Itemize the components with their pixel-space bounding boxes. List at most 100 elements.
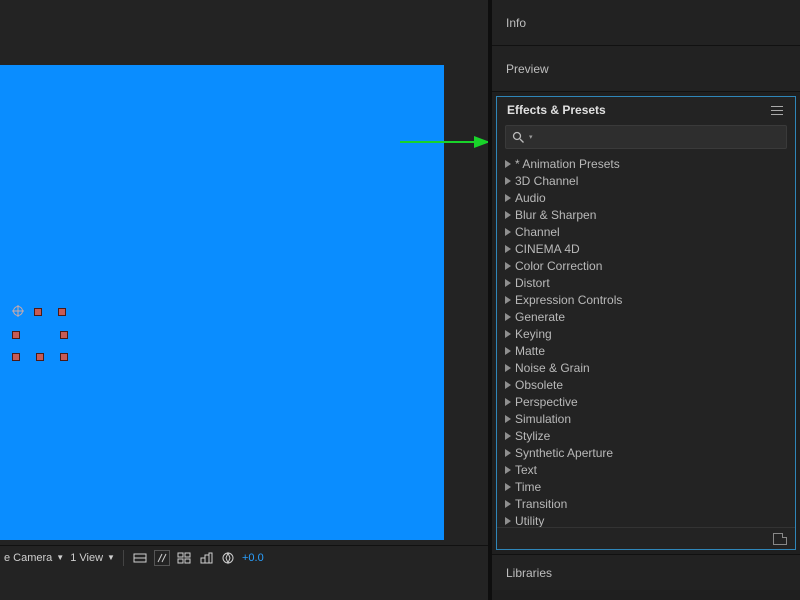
- effects-search-row[interactable]: ▾: [505, 125, 787, 149]
- disclosure-triangle-icon: [505, 160, 511, 168]
- disclosure-triangle-icon: [505, 466, 511, 474]
- disclosure-triangle-icon: [505, 330, 511, 338]
- effects-category-item[interactable]: CINEMA 4D: [497, 240, 795, 257]
- effects-category-label: Audio: [515, 191, 546, 205]
- toggle-transparency-grid-icon[interactable]: [154, 550, 170, 566]
- effects-panel-footer: [497, 527, 795, 549]
- effects-category-label: Generate: [515, 310, 565, 324]
- effects-category-label: Expression Controls: [515, 293, 622, 307]
- region-of-interest-icon[interactable]: [198, 550, 214, 566]
- effects-category-label: Obsolete: [515, 378, 563, 392]
- effects-category-item[interactable]: Expression Controls: [497, 291, 795, 308]
- new-bin-icon[interactable]: [773, 533, 787, 545]
- exposure-aperture-icon[interactable]: [220, 550, 236, 566]
- anchor-point-icon[interactable]: [12, 305, 24, 317]
- camera-label: e Camera: [4, 552, 52, 564]
- viewer-top-spacer: [0, 0, 488, 65]
- effects-category-label: 3D Channel: [515, 174, 578, 188]
- effects-category-item[interactable]: Generate: [497, 308, 795, 325]
- transform-handle[interactable]: [34, 308, 42, 316]
- effects-category-item[interactable]: Color Correction: [497, 257, 795, 274]
- effects-category-item[interactable]: Audio: [497, 189, 795, 206]
- view-count-dropdown[interactable]: 1 View ▼: [70, 552, 115, 564]
- effects-presets-panel: Effects & Presets ▾ * Animation Presets 3…: [496, 96, 796, 550]
- effects-category-label: Blur & Sharpen: [515, 208, 596, 222]
- effects-presets-titlebar[interactable]: Effects & Presets: [497, 97, 795, 123]
- preview-panel-header[interactable]: Preview: [492, 46, 800, 92]
- effects-category-label: Stylize: [515, 429, 550, 443]
- viewer-toolbar: e Camera ▼ 1 View ▼ +0.0: [0, 545, 488, 569]
- effects-category-label: Synthetic Aperture: [515, 446, 613, 460]
- disclosure-triangle-icon: [505, 228, 511, 236]
- effects-search-input[interactable]: [537, 130, 780, 144]
- effects-category-item[interactable]: 3D Channel: [497, 172, 795, 189]
- effects-category-item[interactable]: Distort: [497, 274, 795, 291]
- panel-title: Info: [506, 16, 526, 30]
- transform-handle[interactable]: [60, 331, 68, 339]
- effects-category-label: * Animation Presets: [515, 157, 620, 171]
- effects-tree: * Animation Presets 3D Channel Audio Blur &…: [497, 153, 795, 527]
- effects-category-item[interactable]: * Animation Presets: [497, 155, 795, 172]
- disclosure-triangle-icon: [505, 500, 511, 508]
- side-panel-stack: Info Preview Effects & Presets ▾ * Anima…: [492, 0, 800, 600]
- effects-category-label: Transition: [515, 497, 567, 511]
- effects-category-item[interactable]: Perspective: [497, 393, 795, 410]
- camera-dropdown[interactable]: e Camera ▼: [4, 552, 64, 564]
- effects-category-label: CINEMA 4D: [515, 242, 580, 256]
- panel-title: Effects & Presets: [507, 103, 606, 117]
- disclosure-triangle-icon: [505, 347, 511, 355]
- transform-handle[interactable]: [12, 331, 20, 339]
- toggle-mask-icon[interactable]: [176, 550, 192, 566]
- disclosure-triangle-icon: [505, 364, 511, 372]
- composition-viewer: e Camera ▼ 1 View ▼ +0.0: [0, 0, 488, 600]
- effects-category-item[interactable]: Keying: [497, 325, 795, 342]
- effects-category-label: Matte: [515, 344, 545, 358]
- effects-category-item[interactable]: Obsolete: [497, 376, 795, 393]
- effects-category-item[interactable]: Matte: [497, 342, 795, 359]
- transform-handle[interactable]: [36, 353, 44, 361]
- disclosure-triangle-icon: [505, 296, 511, 304]
- disclosure-triangle-icon: [505, 381, 511, 389]
- disclosure-triangle-icon: [505, 432, 511, 440]
- disclosure-triangle-icon: [505, 483, 511, 491]
- panel-menu-icon[interactable]: [769, 104, 785, 117]
- disclosure-triangle-icon: [505, 245, 511, 253]
- effects-category-item[interactable]: Noise & Grain: [497, 359, 795, 376]
- disclosure-triangle-icon: [505, 177, 511, 185]
- search-filter-caret-icon[interactable]: ▾: [529, 133, 533, 141]
- effects-category-item[interactable]: Text: [497, 461, 795, 478]
- exposure-value[interactable]: +0.0: [242, 552, 264, 564]
- effects-category-item[interactable]: Transition: [497, 495, 795, 512]
- effects-category-item[interactable]: Blur & Sharpen: [497, 206, 795, 223]
- effects-category-item[interactable]: Simulation: [497, 410, 795, 427]
- info-panel-header[interactable]: Info: [492, 0, 800, 46]
- effects-category-label: Time: [515, 480, 541, 494]
- effects-category-label: Utility: [515, 514, 544, 528]
- effects-category-label: Channel: [515, 225, 560, 239]
- separator: [123, 550, 124, 566]
- effects-category-item[interactable]: Time: [497, 478, 795, 495]
- effects-category-item[interactable]: Synthetic Aperture: [497, 444, 795, 461]
- transform-handle[interactable]: [12, 353, 20, 361]
- effects-category-item[interactable]: Utility: [497, 512, 795, 527]
- panel-title: Preview: [506, 62, 549, 76]
- effects-category-label: Noise & Grain: [515, 361, 590, 375]
- disclosure-triangle-icon: [505, 262, 511, 270]
- disclosure-triangle-icon: [505, 415, 511, 423]
- transform-handle[interactable]: [60, 353, 68, 361]
- effects-category-label: Text: [515, 463, 537, 477]
- transform-handle[interactable]: [58, 308, 66, 316]
- effects-category-item[interactable]: Stylize: [497, 427, 795, 444]
- search-icon: [512, 131, 525, 144]
- panel-title: Libraries: [506, 566, 552, 580]
- effects-category-label: Simulation: [515, 412, 571, 426]
- disclosure-triangle-icon: [505, 398, 511, 406]
- disclosure-triangle-icon: [505, 211, 511, 219]
- disclosure-triangle-icon: [505, 279, 511, 287]
- effects-category-item[interactable]: Channel: [497, 223, 795, 240]
- composition-canvas[interactable]: [0, 65, 444, 540]
- toggle-pixel-aspect-icon[interactable]: [132, 550, 148, 566]
- effects-category-label: Keying: [515, 327, 552, 341]
- libraries-panel-header[interactable]: Libraries: [492, 554, 800, 590]
- disclosure-triangle-icon: [505, 449, 511, 457]
